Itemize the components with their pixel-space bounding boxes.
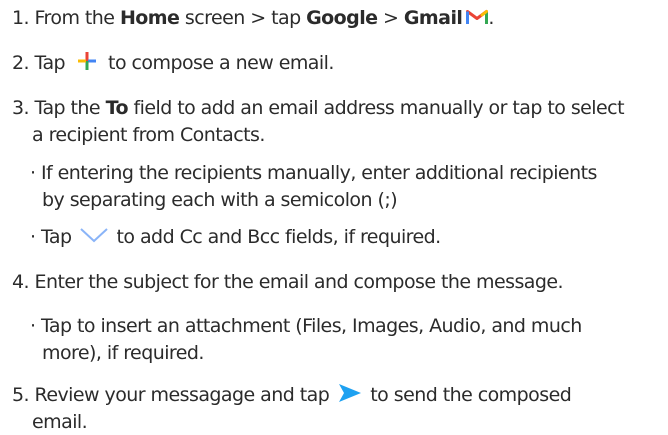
step-text: email. bbox=[32, 411, 88, 433]
step-text: Tap the bbox=[34, 97, 101, 119]
compose-plus-icon bbox=[77, 51, 97, 71]
step-number: 1. bbox=[12, 7, 30, 29]
step-text: . bbox=[488, 7, 494, 29]
bullet-text: to add Cc and Bcc fields, if required. bbox=[116, 226, 442, 248]
chevron-down-icon bbox=[79, 227, 109, 243]
step-3-bullet-2: · Tap to add Cc and Bcc fields, if requi… bbox=[30, 224, 441, 250]
bullet-text: more), if required. bbox=[42, 342, 204, 364]
bullet-text: by separating each with a semicolon (;) bbox=[42, 189, 398, 211]
step-number: 5. bbox=[12, 384, 30, 406]
home-label: Home bbox=[119, 7, 180, 29]
step-text: to compose a new email. bbox=[108, 52, 334, 74]
gmail-logo-icon bbox=[466, 8, 489, 25]
step-text: to send the composed bbox=[370, 384, 572, 406]
step-5-continued: email. bbox=[32, 409, 88, 435]
step-number: 4. bbox=[12, 271, 30, 293]
step-number: 3. bbox=[12, 97, 30, 119]
to-field-label: To bbox=[105, 97, 129, 119]
step-2: 2. Tap to compose a new email. bbox=[12, 50, 334, 76]
bullet-text: · If entering the recipients manually, e… bbox=[30, 162, 597, 184]
send-arrow-icon bbox=[338, 383, 362, 403]
step-text: a recipient from Contacts. bbox=[32, 124, 265, 146]
gmail-label: Gmail bbox=[403, 7, 463, 29]
step-3-bullet-1: · If entering the recipients manually, e… bbox=[30, 160, 597, 186]
step-text: Review your messagage and tap bbox=[34, 384, 330, 406]
step-text: field to add an email address manually o… bbox=[133, 97, 624, 119]
step-text: Tap bbox=[34, 52, 66, 74]
step-4-bullet-1-continued: more), if required. bbox=[42, 340, 204, 366]
instructions-page: { "steps": { "s1": { "num": "1.", "pre":… bbox=[0, 0, 668, 434]
step-4: 4. Enter the subject for the email and c… bbox=[12, 269, 564, 295]
step-1: 1. From the Home screen > tap Google > G… bbox=[12, 5, 494, 31]
step-3-bullet-1-continued: by separating each with a semicolon (;) bbox=[42, 187, 398, 213]
step-number: 2. bbox=[12, 52, 30, 74]
separator: > bbox=[383, 7, 399, 29]
google-label: Google bbox=[306, 7, 378, 29]
bullet-text: · Tap bbox=[30, 226, 72, 248]
step-3-continued: a recipient from Contacts. bbox=[32, 122, 265, 148]
step-text: From the bbox=[34, 7, 115, 29]
step-text: Enter the subject for the email and comp… bbox=[34, 271, 564, 293]
step-3: 3. Tap the To field to add an email addr… bbox=[12, 95, 625, 121]
step-5: 5. Review your messagage and tap to send… bbox=[12, 382, 572, 408]
bullet-text: · Tap to insert an attachment (Files, Im… bbox=[30, 315, 582, 337]
step-text: screen > tap bbox=[184, 7, 301, 29]
step-4-bullet-1: · Tap to insert an attachment (Files, Im… bbox=[30, 313, 582, 339]
